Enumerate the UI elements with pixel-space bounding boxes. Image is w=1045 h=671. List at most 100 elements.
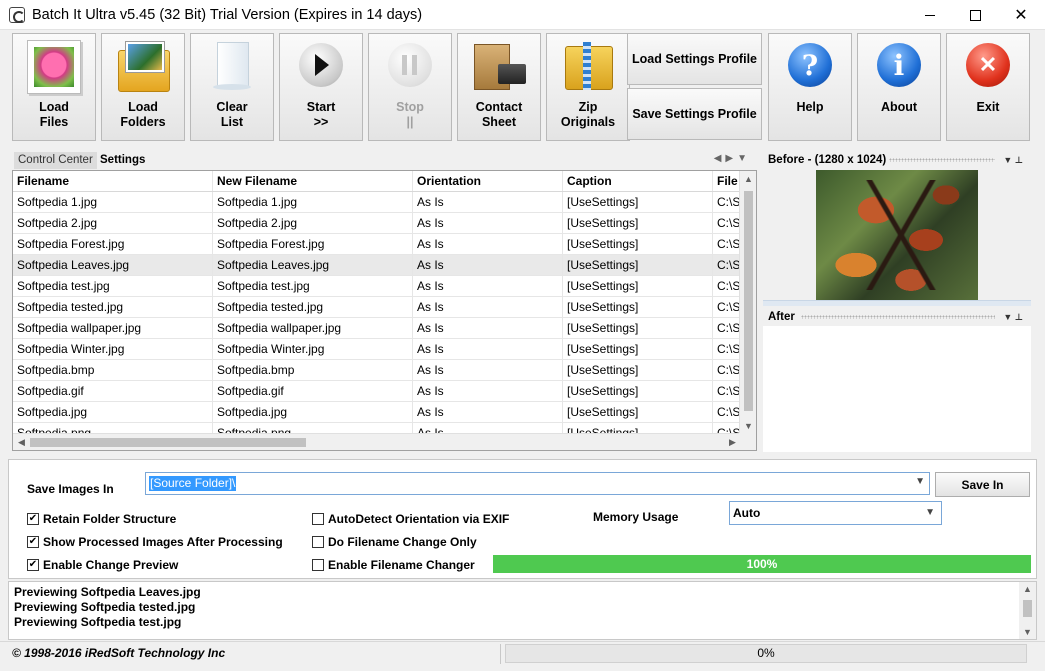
cell-file: C:\S — [717, 279, 741, 293]
checkbox-checked-icon: ✔ — [27, 513, 39, 525]
scroll-thumb[interactable] — [1023, 600, 1032, 617]
save-path-value: [Source Folder]\ — [149, 476, 237, 491]
table-row[interactable]: Softpedia 1.jpg Softpedia 1.jpg As Is [UseS… — [13, 192, 741, 213]
exit-button[interactable]: ✕ Exit — [946, 33, 1030, 141]
memory-usage-select[interactable]: Auto ▼ — [729, 501, 942, 525]
cell-new-filename: Softpedia test.jpg — [213, 276, 413, 296]
cell-caption: [UseSettings] — [563, 339, 713, 359]
cell-filename: Softpedia.bmp — [13, 360, 213, 380]
app-icon — [9, 7, 25, 23]
chevron-down-icon[interactable]: ▼ — [915, 476, 925, 487]
cell-caption: [UseSettings] — [563, 297, 713, 317]
filename-change-only-label: Do Filename Change Only — [328, 535, 477, 549]
cell-file: C:\S — [717, 195, 741, 209]
show-processed-checkbox[interactable]: ✔ Show Processed Images After Processing — [27, 534, 283, 550]
table-row[interactable]: Softpedia Forest.jpg Softpedia Forest.jpg… — [13, 234, 741, 255]
window-title: Batch It Ultra v5.45 (32 Bit) Trial Vers… — [32, 7, 423, 23]
column-header-file[interactable]: File — [713, 171, 741, 191]
enable-change-preview-checkbox[interactable]: ✔ Enable Change Preview — [27, 557, 178, 573]
grid-horizontal-scrollbar[interactable]: ◀ ▶ — [13, 433, 741, 450]
file-grid-body: Filename New Filename Orientation Captio… — [13, 171, 741, 435]
file-grid[interactable]: Filename New Filename Orientation Captio… — [12, 170, 757, 451]
grid-vertical-scrollbar[interactable]: ▲ ▼ — [739, 171, 756, 435]
column-header-new-filename[interactable]: New Filename — [213, 171, 413, 191]
scroll-down-icon[interactable]: ▼ — [1019, 627, 1036, 637]
load-files-button[interactable]: Load Files — [12, 33, 96, 141]
save-path-combobox[interactable]: [Source Folder]\ ▼ — [145, 472, 930, 495]
progress-text: 100% — [746, 557, 778, 571]
save-settings-profile-button[interactable]: Save Settings Profile — [627, 88, 762, 140]
table-row[interactable]: Softpedia wallpaper.jpg Softpedia wallpap… — [13, 318, 741, 339]
table-row[interactable]: Softpedia.bmp Softpedia.bmp As Is [UseSetti… — [13, 360, 741, 381]
cell-caption: [UseSettings] — [563, 255, 713, 275]
column-header-caption[interactable]: Caption — [563, 171, 713, 191]
load-settings-profile-button[interactable]: Load Settings Profile — [627, 33, 762, 85]
tab-control-center[interactable]: Control Center — [14, 152, 97, 169]
panel-tabs: Control Center Settings ◀▶▼ — [12, 151, 757, 169]
cell-orientation: As Is — [413, 318, 563, 338]
table-row[interactable]: Softpedia 2.jpg Softpedia 2.jpg As Is [UseS… — [13, 213, 741, 234]
cell-new-filename: Softpedia 2.jpg — [213, 213, 413, 233]
cell-filename: Softpedia.jpg — [13, 402, 213, 422]
cell-caption: [UseSettings] — [563, 381, 713, 401]
enable-filename-changer-checkbox[interactable]: Enable Filename Changer — [312, 557, 475, 573]
clear-list-button[interactable]: Clear List — [190, 33, 274, 141]
table-row[interactable]: Softpedia Winter.jpg Softpedia Winter.jpg… — [13, 339, 741, 360]
log-line: Previewing Softpedia Leaves.jpg — [14, 585, 201, 599]
table-row[interactable]: Softpedia tested.jpg Softpedia tested.jpg… — [13, 297, 741, 318]
zip-archive-icon — [561, 40, 615, 94]
blank-page-icon — [205, 40, 259, 94]
autodetect-orientation-checkbox[interactable]: AutoDetect Orientation via EXIF — [312, 511, 509, 527]
about-button[interactable]: i About — [857, 33, 941, 141]
zip-originals-button[interactable]: Zip Originals — [546, 33, 630, 141]
cell-caption: [UseSettings] — [563, 192, 713, 212]
log-line: Previewing Softpedia tested.jpg — [14, 600, 196, 614]
enable-filename-changer-label: Enable Filename Changer — [328, 558, 475, 572]
cell-new-filename: Softpedia 1.jpg — [213, 192, 413, 212]
maximize-button[interactable] — [952, 0, 998, 30]
tab-nav-arrows[interactable]: ◀▶▼ — [714, 153, 751, 164]
cell-caption: [UseSettings] — [563, 360, 713, 380]
log-scrollbar[interactable]: ▲ ▼ — [1019, 582, 1036, 639]
preview-splitter[interactable] — [763, 300, 1031, 306]
help-button[interactable]: ? Help — [768, 33, 852, 141]
retain-folder-structure-checkbox[interactable]: ✔ Retain Folder Structure — [27, 511, 176, 527]
cell-orientation: As Is — [413, 192, 563, 212]
before-preview-label: Before - (1280 x 1024) — [768, 154, 887, 166]
table-row[interactable]: Softpedia.gif Softpedia.gif As Is [UseSetti… — [13, 381, 741, 402]
about-label: About — [880, 100, 918, 114]
save-in-button[interactable]: Save In — [935, 472, 1030, 497]
activity-log[interactable]: Previewing Softpedia Leaves.jpg Previewi… — [8, 581, 1037, 640]
enable-change-preview-label: Enable Change Preview — [43, 558, 179, 572]
scroll-up-icon[interactable]: ▲ — [740, 171, 756, 188]
before-preview-area — [763, 169, 1031, 300]
cell-new-filename: Softpedia Forest.jpg — [213, 234, 413, 254]
table-row[interactable]: Softpedia.jpg Softpedia.jpg As Is [UseSetti… — [13, 402, 741, 423]
table-row[interactable]: Softpedia test.jpg Softpedia test.jpg As I… — [13, 276, 741, 297]
pin-icon[interactable]: ▼ ⊥ — [1003, 151, 1023, 169]
help-label: Help — [796, 100, 824, 114]
scroll-thumb[interactable] — [30, 438, 306, 447]
scroll-up-icon[interactable]: ▲ — [1019, 584, 1036, 594]
tab-settings[interactable]: Settings — [100, 152, 145, 169]
chevron-down-icon[interactable]: ▼ — [925, 502, 935, 524]
table-row[interactable]: Softpedia Leaves.jpg Softpedia Leaves.jpg… — [13, 255, 741, 276]
cell-caption: [UseSettings] — [563, 276, 713, 296]
contact-sheet-button[interactable]: Contact Sheet — [457, 33, 541, 141]
processing-progress-bar: 100% — [493, 555, 1031, 573]
column-header-filename[interactable]: Filename — [13, 171, 213, 191]
preview-photo — [816, 170, 978, 300]
minimize-button[interactable] — [907, 0, 953, 30]
pin-icon[interactable]: ▼ ⊥ — [1003, 308, 1023, 326]
load-folders-button[interactable]: Load Folders — [101, 33, 185, 141]
log-line: Previewing Softpedia test.jpg — [14, 615, 182, 629]
stop-button[interactable]: Stop || — [368, 33, 452, 141]
start-button[interactable]: Start >> — [279, 33, 363, 141]
filename-change-only-checkbox[interactable]: Do Filename Change Only — [312, 534, 477, 550]
column-header-orientation[interactable]: Orientation — [413, 171, 563, 191]
scroll-thumb[interactable] — [744, 191, 753, 411]
scroll-left-icon[interactable]: ◀ — [13, 434, 30, 450]
close-button[interactable]: ✕ — [998, 0, 1044, 30]
cell-filename: Softpedia wallpaper.jpg — [13, 318, 213, 338]
before-preview-header: Before - (1280 x 1024) ▼ ⊥ — [763, 151, 1031, 169]
